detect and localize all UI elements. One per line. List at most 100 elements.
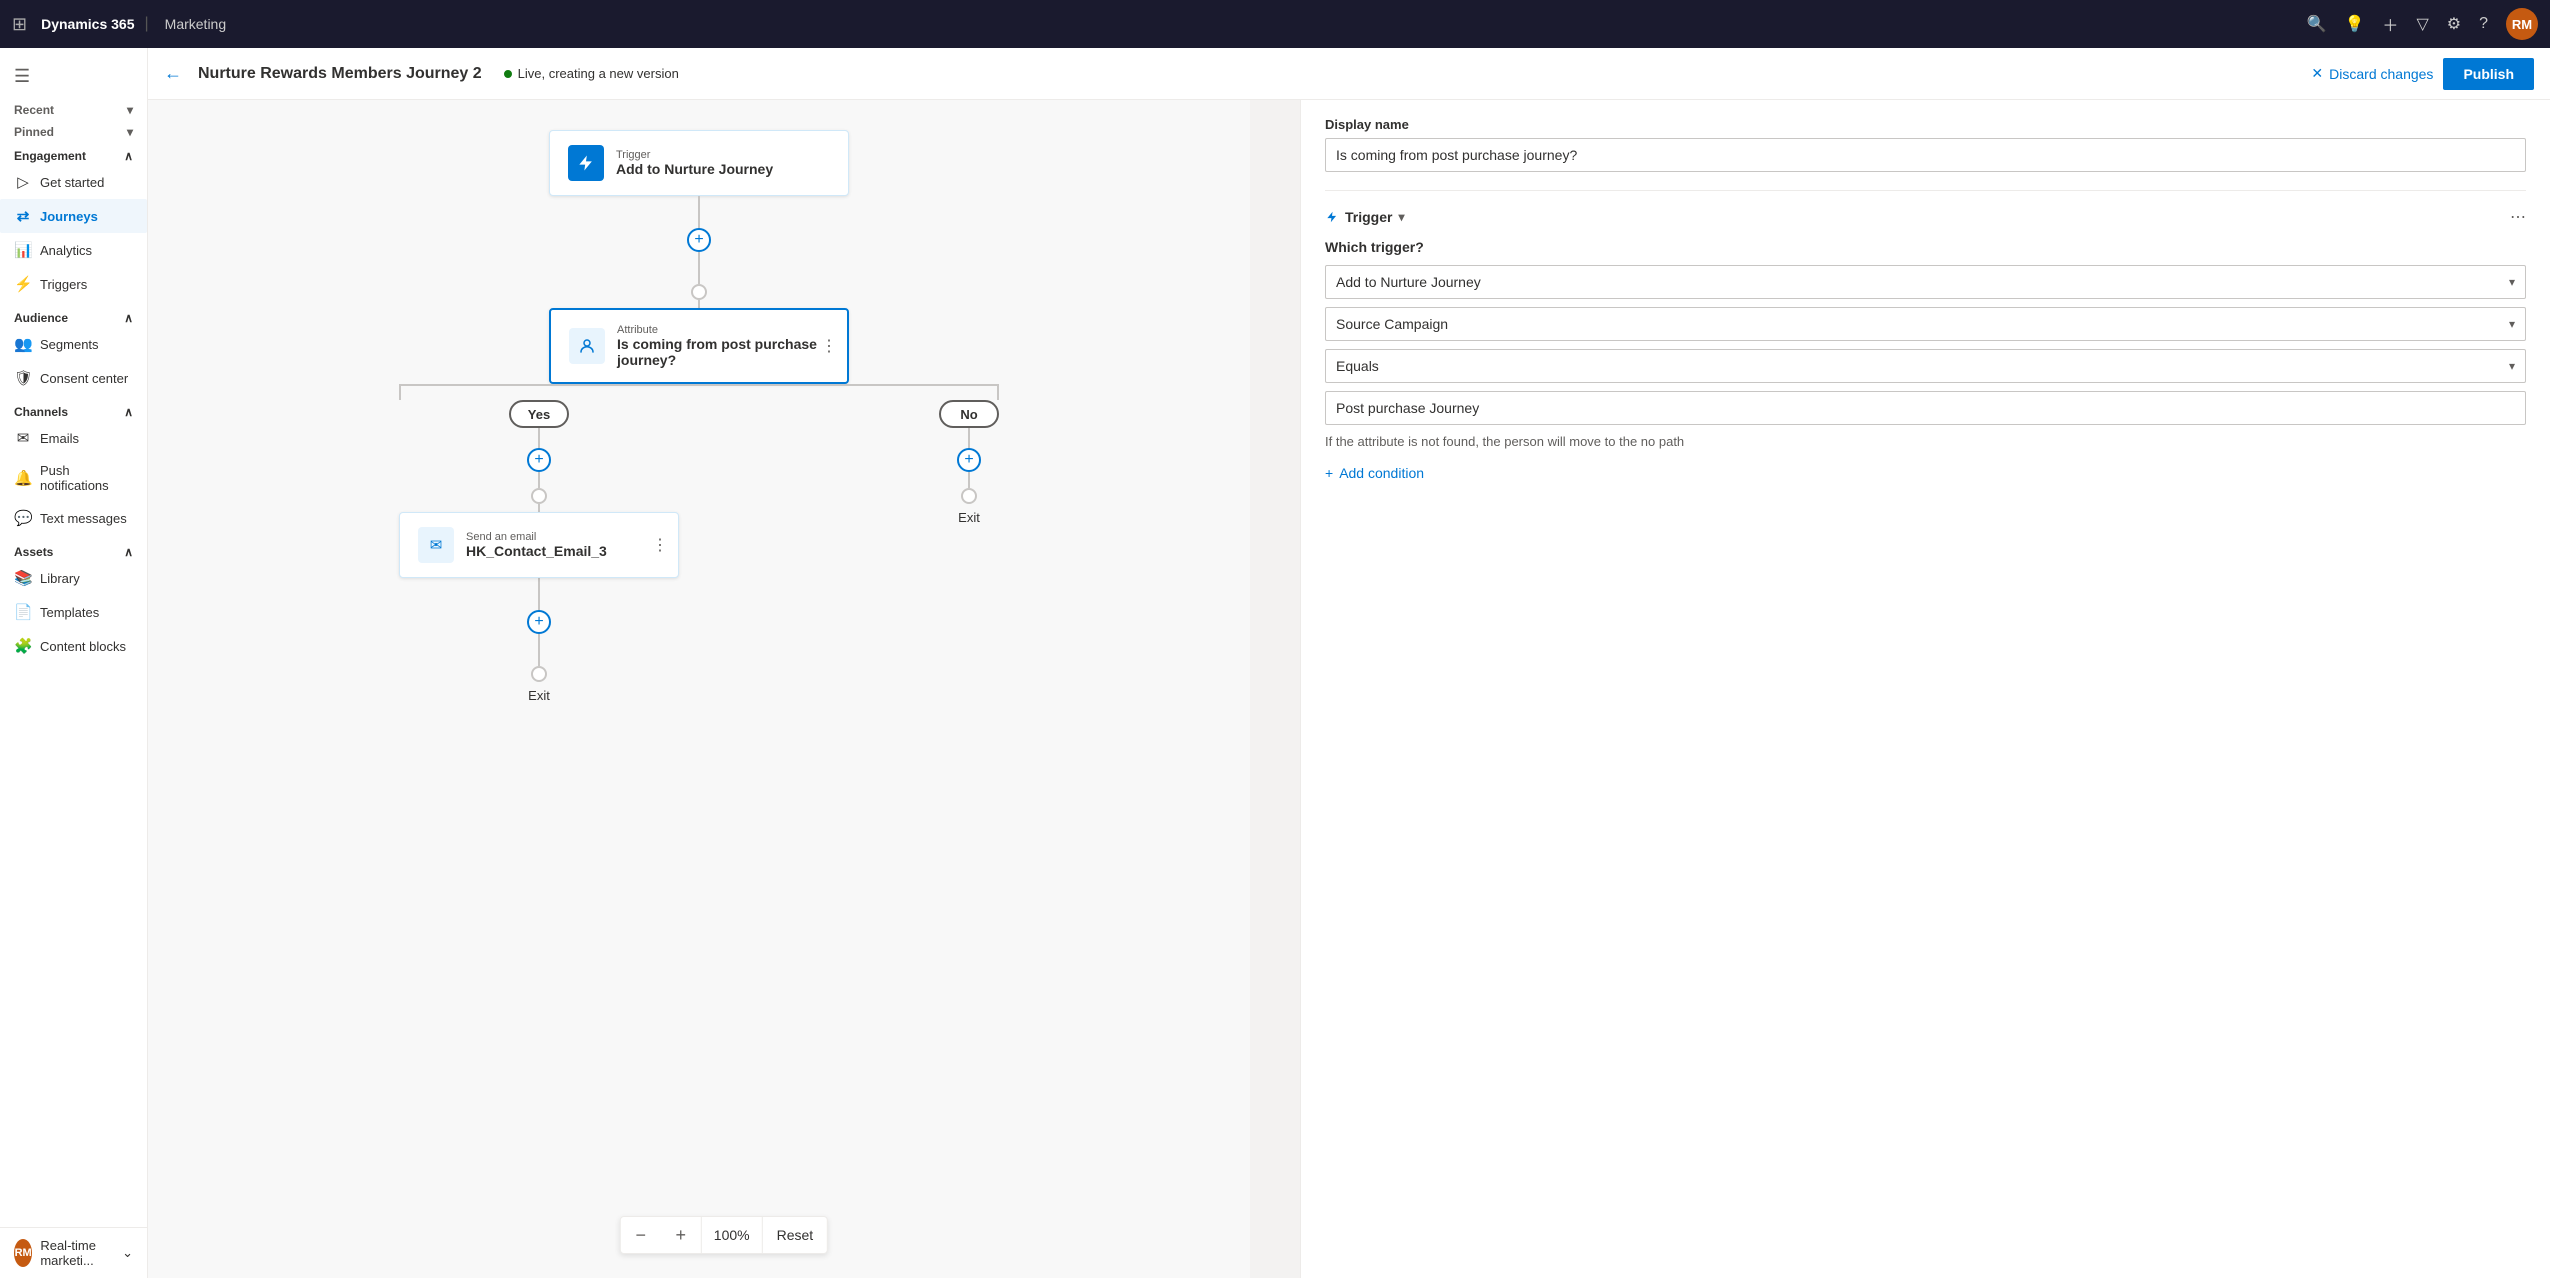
get-started-label: Get started: [40, 175, 104, 190]
status-text: Live, creating a new version: [518, 66, 679, 81]
status-badge: Live, creating a new version: [504, 66, 679, 81]
equals-dropdown[interactable]: Equals ▾: [1325, 349, 2526, 383]
secondbar-actions: ✕ Discard changes Publish: [2311, 58, 2534, 90]
trigger-node[interactable]: Trigger Add to Nurture Journey: [549, 130, 849, 196]
library-label: Library: [40, 571, 80, 586]
display-name-input[interactable]: [1325, 138, 2526, 172]
sidebar-pinned[interactable]: Pinned ▾: [14, 125, 133, 139]
trigger-section-label: Trigger ▾: [1325, 209, 1405, 225]
journeys-icon: ⇄: [14, 207, 32, 225]
consent-center-label: Consent center: [40, 371, 128, 386]
post-purchase-input[interactable]: [1325, 391, 2526, 425]
yes-branch: Yes + ✉ Send an email HK_Contact_Email_3…: [399, 400, 679, 703]
add-condition-plus-icon: +: [1325, 465, 1333, 481]
trigger-dropdown-value: Add to Nurture Journey: [1336, 274, 1481, 290]
help-icon[interactable]: ?: [2479, 15, 2488, 33]
email-node-small-label: Send an email: [466, 531, 607, 543]
attribute-node-more-button[interactable]: ⋮: [821, 336, 837, 356]
sidebar-item-library[interactable]: 📚 Library: [0, 561, 147, 595]
email-node-main-label: HK_Contact_Email_3: [466, 543, 607, 559]
segments-icon: 👥: [14, 335, 32, 353]
sidebar-item-emails[interactable]: ✉ Emails: [0, 421, 147, 455]
sidebar-item-consent-center[interactable]: 🛡 Consent center: [0, 361, 147, 395]
assets-section-label: Assets: [14, 545, 53, 559]
source-campaign-arrow: ▾: [2509, 317, 2515, 331]
sidebar-recent[interactable]: Recent ▾: [14, 103, 133, 117]
branch-left-drop: [399, 384, 401, 400]
branch-horizontal-line: [399, 384, 999, 386]
equals-value: Equals: [1336, 358, 1379, 374]
sidebar-bottom[interactable]: RM Real-time marketi... ⌄: [0, 1227, 147, 1278]
back-button[interactable]: ←: [164, 63, 182, 84]
recent-chevron: ▾: [127, 103, 133, 117]
no-connector-line-2: [968, 472, 970, 488]
content-blocks-label: Content blocks: [40, 639, 126, 654]
settings-icon[interactable]: ⚙: [2447, 14, 2461, 34]
yes-add-step-button[interactable]: +: [527, 448, 551, 472]
publish-button[interactable]: Publish: [2443, 58, 2534, 90]
journey-flow: Trigger Add to Nurture Journey +: [399, 130, 999, 703]
sidebar-avatar: RM: [14, 1239, 32, 1267]
attribute-node[interactable]: Attribute Is coming from post purchase j…: [549, 308, 849, 384]
push-notifications-label: Push notifications: [40, 463, 133, 493]
sidebar-item-push-notifications[interactable]: 🔔 Push notifications: [0, 455, 147, 501]
filter-icon[interactable]: ▽: [2416, 14, 2428, 34]
email-node-more-button[interactable]: ⋮: [652, 535, 668, 555]
add-step-button-1[interactable]: +: [687, 228, 711, 252]
emails-label: Emails: [40, 431, 79, 446]
triggers-icon: ⚡: [14, 275, 32, 293]
sidebar-item-journeys[interactable]: ⇄ Journeys: [0, 199, 147, 233]
yes-add-step-button-2[interactable]: +: [527, 610, 551, 634]
zoom-controls: − + 100% Reset: [620, 1216, 828, 1254]
sidebar-item-analytics[interactable]: 📊 Analytics: [0, 233, 147, 267]
zoom-in-button[interactable]: +: [661, 1217, 701, 1253]
sidebar-item-text-messages[interactable]: 💬 Text messages: [0, 501, 147, 535]
no-connector-circle: [961, 488, 977, 504]
yes-exit-circle: [531, 666, 547, 682]
plus-icon[interactable]: ＋: [2382, 12, 2398, 36]
assets-chevron: ∧: [124, 545, 133, 559]
email-node[interactable]: ✉ Send an email HK_Contact_Email_3 ⋮: [399, 512, 679, 578]
app-name: Dynamics 365: [41, 16, 134, 32]
sidebar-item-content-blocks[interactable]: 🧩 Content blocks: [0, 629, 147, 663]
sidebar-menu-icon[interactable]: ☰: [0, 56, 147, 97]
sidebar-item-get-started[interactable]: ▷ Get started: [0, 165, 147, 199]
panel-divider-1: [1325, 190, 2526, 191]
sidebar-item-templates[interactable]: 📄 Templates: [0, 595, 147, 629]
grid-menu-icon[interactable]: ⊞: [12, 14, 27, 35]
source-campaign-value: Source Campaign: [1336, 316, 1448, 332]
connector-line-2: [698, 252, 700, 284]
no-branch: No + Exit: [939, 400, 999, 703]
sidebar-item-triggers[interactable]: ⚡ Triggers: [0, 267, 147, 301]
branch-connector: [399, 384, 999, 400]
no-add-step-button[interactable]: +: [957, 448, 981, 472]
trigger-section-more[interactable]: ⋯: [2510, 207, 2526, 227]
journey-canvas[interactable]: Trigger Add to Nurture Journey +: [148, 100, 1250, 1278]
search-icon[interactable]: 🔍: [2307, 14, 2327, 34]
lightbulb-icon[interactable]: 💡: [2345, 14, 2365, 34]
add-condition-button[interactable]: + Add condition: [1325, 465, 2526, 481]
library-icon: 📚: [14, 569, 32, 587]
close-icon: ✕: [2311, 65, 2323, 82]
segments-label: Segments: [40, 337, 99, 352]
user-avatar[interactable]: RM: [2506, 8, 2538, 40]
connector-circle-1: [691, 284, 707, 300]
status-dot: [504, 70, 512, 78]
channels-chevron: ∧: [124, 405, 133, 419]
sidebar: ☰ Recent ▾ Pinned ▾ Engagement ∧ ▷ Get s…: [0, 48, 148, 1278]
sidebar-item-segments[interactable]: 👥 Segments: [0, 327, 147, 361]
text-messages-label: Text messages: [40, 511, 127, 526]
topbar: ⊞ Dynamics 365 | Marketing 🔍 💡 ＋ ▽ ⚙ ? R…: [0, 0, 2550, 48]
no-connector-line: [968, 428, 970, 448]
trigger-dropdown[interactable]: Add to Nurture Journey ▾: [1325, 265, 2526, 299]
trigger-node-main-label: Add to Nurture Journey: [616, 161, 773, 177]
equals-arrow: ▾: [2509, 359, 2515, 373]
yes-connector-line-3: [538, 504, 540, 512]
journeys-label: Journeys: [40, 209, 98, 224]
zoom-reset-button[interactable]: Reset: [763, 1217, 828, 1253]
zoom-out-button[interactable]: −: [621, 1217, 661, 1253]
secondbar: ← Nurture Rewards Members Journey 2 Live…: [148, 48, 2550, 100]
module-name: Marketing: [165, 16, 226, 32]
discard-button[interactable]: ✕ Discard changes: [2311, 65, 2433, 82]
source-campaign-dropdown[interactable]: Source Campaign ▾: [1325, 307, 2526, 341]
